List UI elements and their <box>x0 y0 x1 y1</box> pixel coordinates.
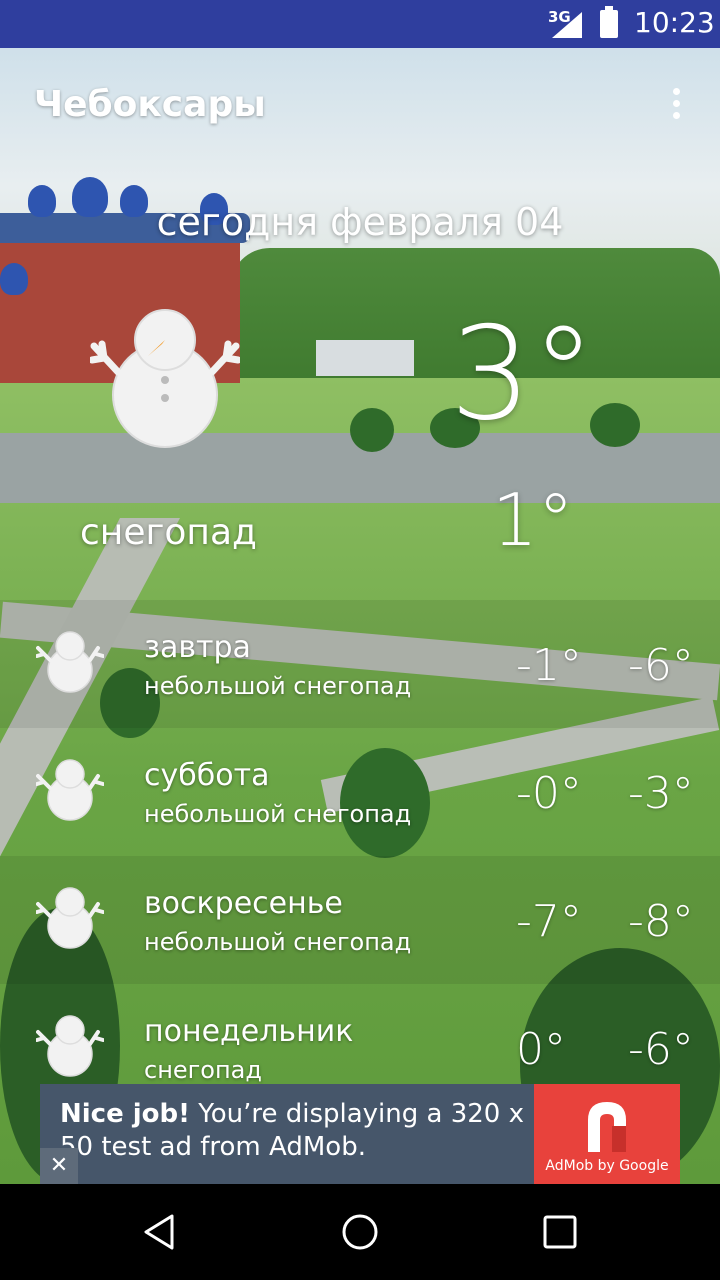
snowman-icon <box>35 882 105 950</box>
current-temp-low: 1° <box>492 478 574 562</box>
current-temp-high: 3° <box>450 300 596 449</box>
forecast-desc: небольшой снегопад <box>144 672 412 700</box>
overflow-menu-icon[interactable] <box>664 84 688 124</box>
forecast-low: -3° <box>628 768 694 819</box>
forecast-desc: снегопад <box>144 1056 262 1084</box>
home-icon[interactable] <box>340 1212 380 1252</box>
forecast-high: 0° <box>516 1024 566 1075</box>
forecast-high: -1° <box>516 640 582 691</box>
forecast-day: воскресенье <box>144 886 343 921</box>
navigation-bar <box>0 1184 720 1280</box>
recents-icon[interactable] <box>540 1212 580 1252</box>
city-title: Чебоксары <box>34 84 266 125</box>
snowman-icon <box>35 754 105 822</box>
ad-headline: Nice job! <box>60 1099 191 1129</box>
snowman-icon <box>35 1010 105 1078</box>
status-time: 10:23 <box>634 6 715 39</box>
forecast-low: -8° <box>628 896 694 947</box>
forecast-day: понедельник <box>144 1014 354 1049</box>
forecast-desc: небольшой снегопад <box>144 800 412 828</box>
snowman-icon <box>35 626 105 694</box>
forecast-low: -6° <box>628 1024 694 1075</box>
forecast-row[interactable]: суббота небольшой снегопад -0° -3° <box>0 728 720 856</box>
forecast-row[interactable]: воскресенье небольшой снегопад -7° -8° <box>0 856 720 984</box>
forecast-day: суббота <box>144 758 270 793</box>
forecast-high: -0° <box>516 768 582 819</box>
ad-brand: AdMob by Google <box>545 1158 669 1174</box>
ad-close-icon[interactable]: ✕ <box>40 1148 78 1184</box>
forecast-desc: небольшой снегопад <box>144 928 412 956</box>
back-icon[interactable] <box>140 1212 180 1252</box>
signal-icon <box>552 12 582 38</box>
ad-text[interactable]: Nice job! You’re displaying a 320 x 50 t… <box>60 1098 540 1164</box>
battery-icon <box>600 6 618 38</box>
forecast-low: -6° <box>628 640 694 691</box>
snowman-icon <box>90 309 240 448</box>
status-bar: 3G 10:23 <box>0 0 720 48</box>
current-condition: снегопад <box>80 512 257 553</box>
admob-logo[interactable]: AdMob by Google <box>534 1084 680 1184</box>
forecast-row[interactable]: завтра небольшой снегопад -1° -6° <box>0 600 720 728</box>
date-label: сегодня февраля 04 <box>156 200 564 244</box>
ad-banner[interactable]: Nice job! You’re displaying a 320 x 50 t… <box>40 1084 680 1184</box>
admob-icon <box>588 1102 626 1152</box>
forecast-high: -7° <box>516 896 582 947</box>
forecast-day: завтра <box>144 630 251 665</box>
